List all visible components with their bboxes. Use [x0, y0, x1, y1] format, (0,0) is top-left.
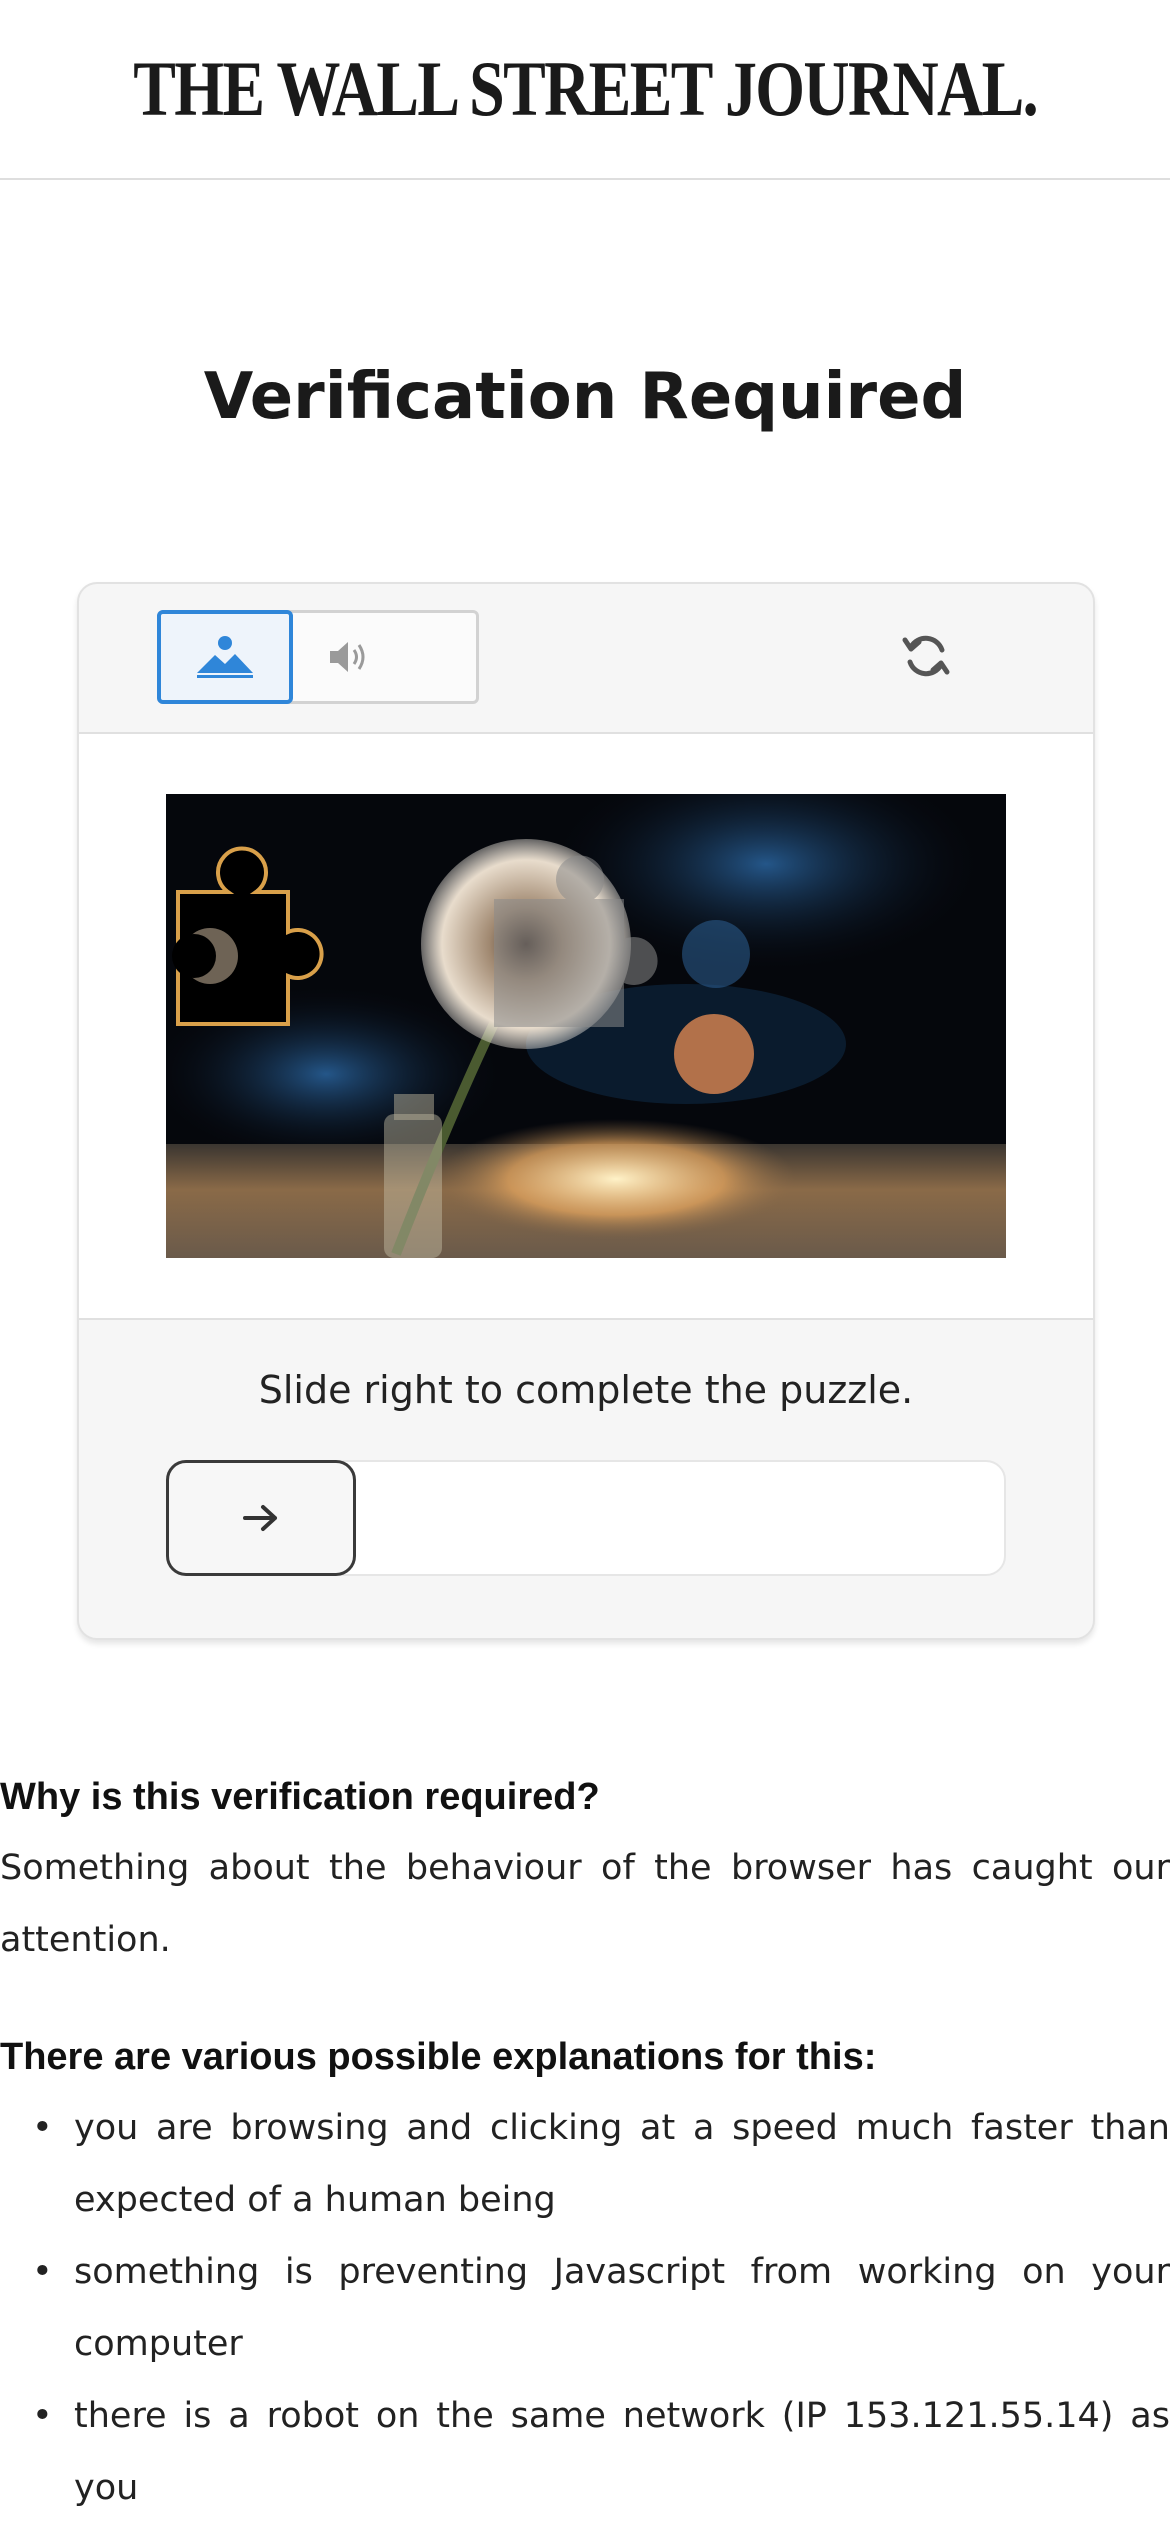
page-title: Verification Required: [203, 360, 967, 434]
image-mode-button[interactable]: [157, 610, 293, 704]
captcha-widget: Slide right to complete the puzzle.: [77, 582, 1095, 1640]
slider-instruction: Slide right to complete the puzzle.: [258, 1368, 914, 1412]
list-item: • there is a robot on the same network (I…: [32, 2396, 1170, 2508]
audio-mode-button[interactable]: [294, 610, 404, 704]
captcha-image-area: [79, 734, 1093, 1320]
refresh-button[interactable]: [894, 624, 958, 688]
site-logo: THE WALL STREET JOURNAL.: [133, 45, 1038, 132]
captcha-toolbar: [79, 584, 1093, 734]
why-heading: Why is this verification required?: [0, 1776, 600, 1818]
arrow-right-icon: [243, 1505, 277, 1531]
explanations-list: • you are browsing and clicking at a spee…: [0, 2092, 1170, 2524]
speaker-icon: [330, 642, 365, 672]
site-header: THE WALL STREET JOURNAL.: [0, 0, 1170, 180]
list-item: • something is preventing Javascript from…: [32, 2252, 1170, 2364]
slider-handle[interactable]: [166, 1460, 356, 1576]
verification-info: Why is this verification required? Somet…: [0, 1762, 1170, 2524]
explanations-heading: There are various possible explanations …: [0, 2036, 877, 2078]
why-text: Something about the behaviour of the bro…: [0, 1848, 1170, 1960]
refresh-icon: [902, 635, 950, 677]
slider-track[interactable]: [166, 1460, 1006, 1576]
captcha-mode-switch: [157, 610, 479, 704]
puzzle-image: [166, 794, 1006, 1258]
dandelion-photo: [166, 794, 1006, 1258]
image-icon: [197, 636, 253, 678]
list-item: • you are browsing and clicking at a spee…: [32, 2108, 1170, 2220]
